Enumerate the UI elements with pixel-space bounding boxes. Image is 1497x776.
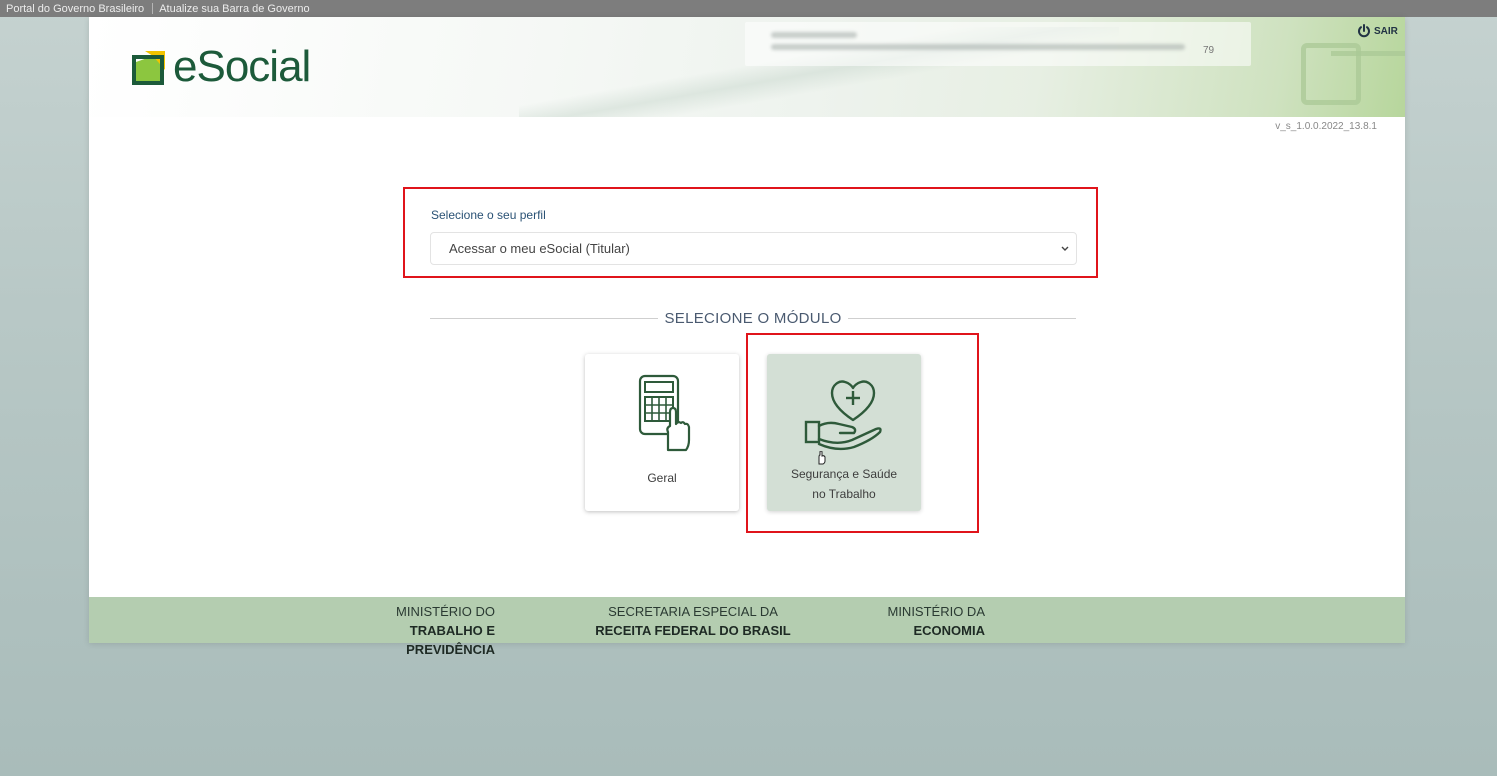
footer-ministerio-trabalho[interactable]: MINISTÉRIO DO TRABALHO E PREVIDÊNCIA [321, 602, 495, 659]
header: eSocial 79 SAIR [89, 17, 1405, 117]
footer-rfb-line1: SECRETARIA ESPECIAL DA [608, 604, 778, 619]
calculator-hand-icon [632, 372, 692, 454]
government-bar: Portal do Governo Brasileiro Atualize su… [0, 0, 1497, 17]
footer-ministerio-economia[interactable]: MINISTÉRIO DA ECONOMIA [869, 602, 985, 640]
user-info-box: 79 [745, 22, 1251, 66]
hand-cursor-icon [818, 451, 826, 465]
logo-text: eSocial [173, 42, 311, 91]
user-details-blurred [771, 44, 1185, 50]
footer-rfb-line2: RECEITA FEDERAL DO BRASIL [595, 623, 791, 638]
version-text: v_s_1.0.0.2022_13.8.1 [1275, 121, 1377, 132]
footer-eco-line2: ECONOMIA [913, 623, 986, 638]
chevron-down-icon [1061, 246, 1069, 251]
module-label-geral: Geral [647, 471, 677, 485]
module-highlight-frame [746, 333, 979, 533]
logout-label: SAIR [1374, 25, 1398, 37]
user-name-blurred [771, 32, 857, 38]
footer-receita-federal[interactable]: SECRETARIA ESPECIAL DA RECEITA FEDERAL D… [585, 602, 801, 640]
logout-button[interactable]: SAIR [1357, 24, 1398, 38]
module-card-geral[interactable]: Geral [585, 354, 739, 511]
footer: MINISTÉRIO DO TRABALHO E PREVIDÊNCIA SEC… [89, 597, 1405, 657]
profile-select[interactable]: Acessar o meu eSocial (Titular) [430, 232, 1077, 265]
app-container: eSocial 79 SAIR v_s_1.0.0.2022_13.8.1 Se… [89, 17, 1405, 657]
profile-selected-value: Acessar o meu eSocial (Titular) [449, 241, 630, 256]
user-number: 79 [1203, 45, 1215, 56]
esocial-logo[interactable]: eSocial [131, 42, 311, 91]
header-decoration-line [1331, 51, 1405, 56]
logo-mark-icon [132, 51, 165, 85]
atualize-barra-link[interactable]: Atualize sua Barra de Governo [153, 1, 317, 17]
profile-label: Selecione o seu perfil [431, 208, 546, 222]
divider-rule-right [847, 317, 1077, 319]
power-icon [1358, 24, 1370, 38]
portal-governo-link[interactable]: Portal do Governo Brasileiro [0, 1, 152, 17]
footer-mtp-line1: MINISTÉRIO DO [396, 604, 495, 619]
module-section-divider: SELECIONE O MÓDULO [430, 308, 1077, 328]
divider-rule-left [430, 317, 659, 319]
module-section-heading: SELECIONE O MÓDULO [664, 309, 842, 327]
footer-eco-line1: MINISTÉRIO DA [887, 604, 985, 619]
footer-mtp-line2: TRABALHO E PREVIDÊNCIA [406, 623, 495, 657]
